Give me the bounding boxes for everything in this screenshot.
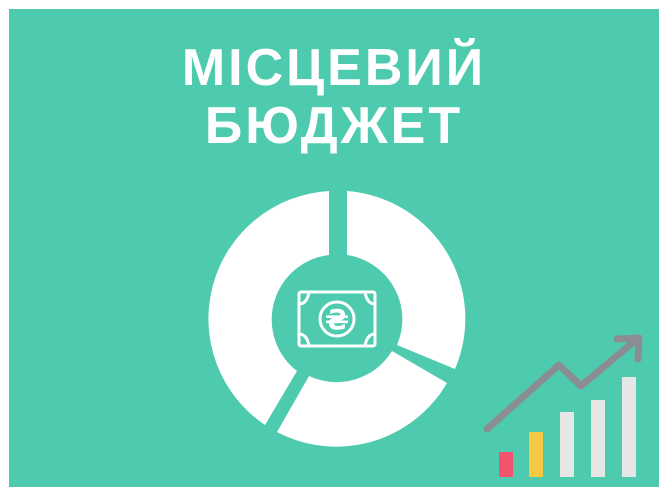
growth-bar-chart-icon xyxy=(483,334,643,477)
page-title: МІСЦЕВИЙ БЮДЖЕТ xyxy=(9,39,659,155)
bar-4 xyxy=(591,400,605,477)
bar-3 xyxy=(560,412,574,477)
budget-banner: МІСЦЕВИЙ БЮДЖЕТ ₴ xyxy=(9,9,659,487)
image-frame: МІСЦЕВИЙ БЮДЖЕТ ₴ xyxy=(0,0,659,487)
bar-2 xyxy=(529,432,543,477)
hryvnia-symbol: ₴ xyxy=(325,303,349,336)
title-line-1: МІСЦЕВИЙ xyxy=(181,39,487,97)
bar-1 xyxy=(499,452,513,477)
bar-5 xyxy=(622,377,636,477)
donut-segment-bottom xyxy=(277,351,447,447)
donut-chart-icon: ₴ xyxy=(208,191,466,447)
title-line-2: БЮДЖЕТ xyxy=(204,97,464,155)
